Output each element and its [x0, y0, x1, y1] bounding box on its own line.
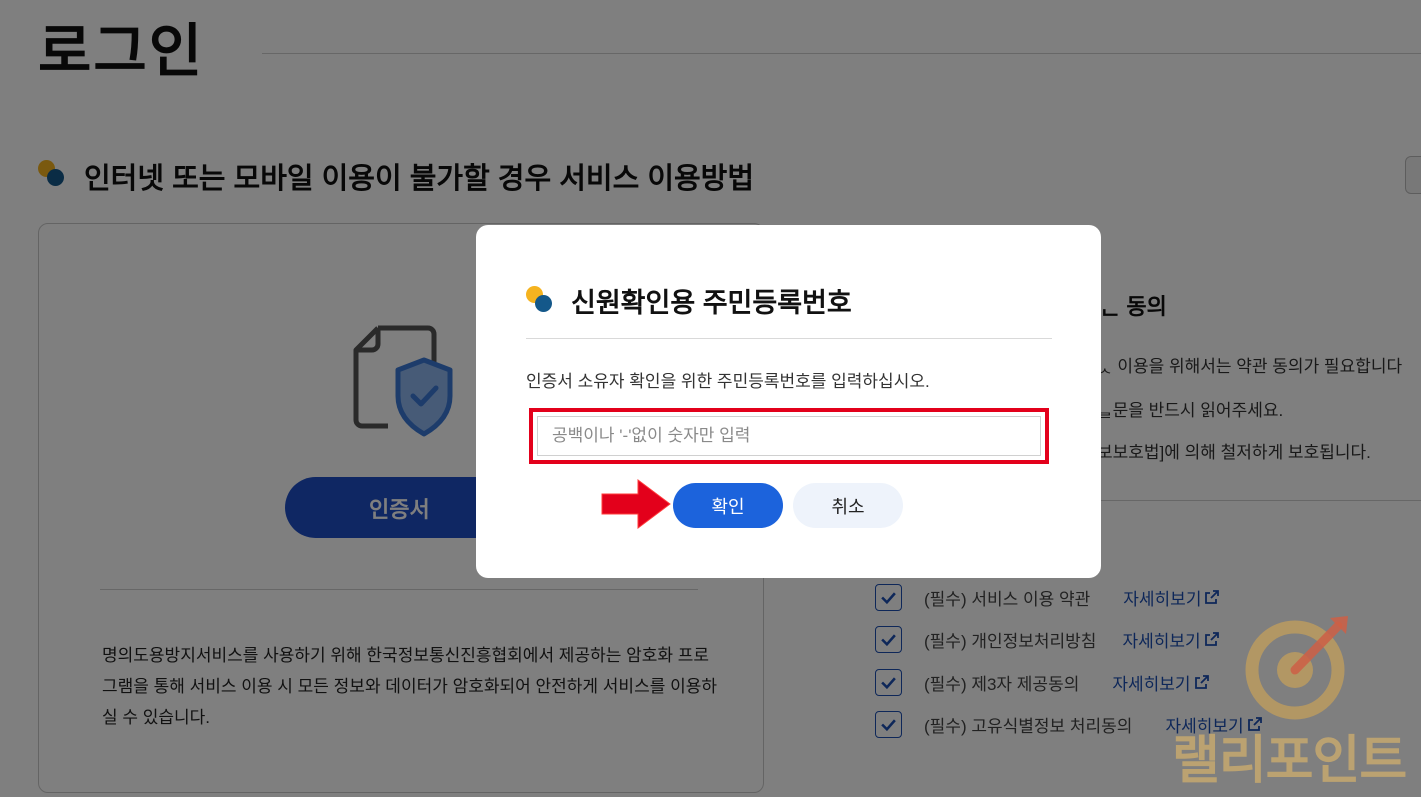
confirm-button[interactable]: 확인 [673, 483, 783, 528]
modal-description: 인증서 소유자 확인을 위한 주민등록번호를 입력하십시오. [526, 372, 930, 391]
ssn-input[interactable] [537, 416, 1041, 456]
modal-title: 신원확인용 주민등록번호 [571, 288, 852, 318]
modal-divider [526, 338, 1052, 339]
watermark-text: 랠리포인트 [1172, 732, 1407, 790]
cancel-button[interactable]: 취소 [793, 483, 903, 528]
ssn-modal: 신원확인용 주민등록번호 인증서 소유자 확인을 위한 주민등록번호를 입력하십… [476, 225, 1101, 578]
red-arrow-icon [601, 479, 671, 529]
modal-title-bullet-icon [526, 286, 554, 314]
